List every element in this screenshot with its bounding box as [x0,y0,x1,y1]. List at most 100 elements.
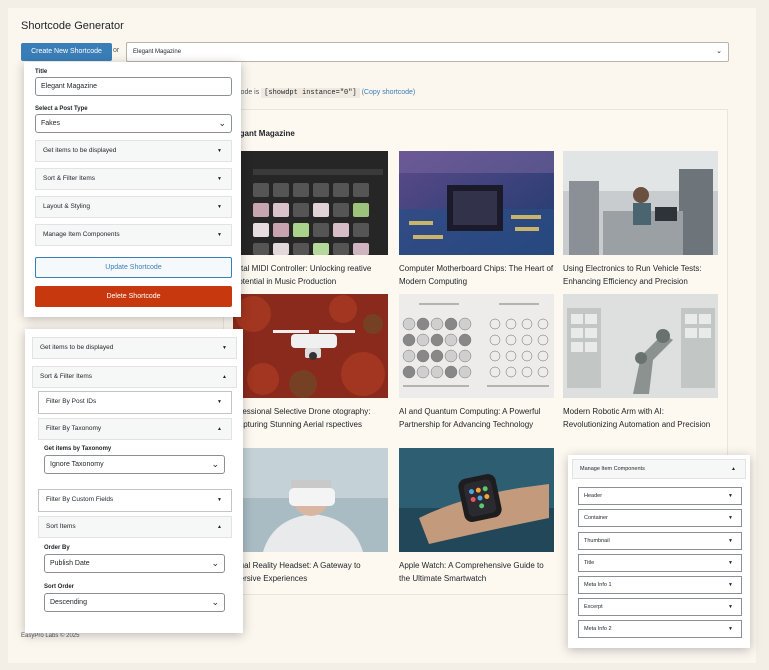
triangle-down-icon: ▼ [728,626,733,632]
shortcode-line: hortcode is [showdpt instance="0"] (Copy… [225,88,416,98]
section-label: Get items to be displayed [43,147,117,154]
thumbnail-motherboard[interactable] [399,151,554,255]
component-excerpt[interactable]: Excerpt ▼ [578,598,742,616]
filter-by-taxonomy[interactable]: Filter By Taxonomy ▲ [38,418,232,440]
filter-by-custom-fields[interactable]: Filter By Custom Fields ▼ [38,489,232,512]
triangle-down-icon: ▼ [728,582,733,588]
section-label: Sort & Filter Items [43,175,96,182]
triangle-down-icon: ▼ [728,604,733,610]
order-by-label: Order By [44,545,70,551]
sort-order-value: Descending [50,599,87,606]
section-label: Filter By Post IDs [46,398,97,405]
delete-shortcode-button[interactable]: Delete Shortcode [35,286,232,307]
footer: EasyPro Labs © 2025 [21,633,80,639]
triangle-up-icon: ▲ [217,426,222,432]
section-sort-filter[interactable]: Sort & Filter Items ▼ [35,168,232,190]
card-vr[interactable]: irtual Reality Headset: A Gateway to mer… [233,448,388,585]
card-vehicle-tests[interactable]: Using Electronics to Run Vehicle Tests: … [563,151,718,288]
section-label: Sort Items [46,523,76,530]
thumbnail-vr[interactable] [233,448,388,552]
triangle-down-icon: ▼ [217,399,222,405]
or-text: or [113,47,120,54]
filter-by-post-ids[interactable]: Filter By Post IDs ▼ [38,391,232,414]
thumbnail-robotic-arm[interactable] [563,294,718,398]
triangle-down-icon: ▼ [222,345,227,351]
post-type-value: Fakes [41,120,61,127]
triangle-down-icon: ▼ [728,515,733,521]
triangle-down-icon: ▼ [728,493,733,499]
thumbnail-midi[interactable] [233,151,388,255]
card-title[interactable]: Apple Watch: A Comprehensive Guide to th… [399,559,554,585]
components-panel: Manage Item Components ▲ Header ▼ Containe… [568,455,750,648]
chevron-down-icon: ⌄ [218,118,226,128]
section-label: Filter By Taxonomy [46,425,102,432]
chevron-down-icon: ⌄ [211,597,219,607]
thumbnail-apple-watch[interactable] [399,448,554,552]
triangle-up-icon: ▲ [222,374,227,380]
card-apple-watch[interactable]: Apple Watch: A Comprehensive Guide to th… [399,448,554,585]
card-quantum[interactable]: AI and Quantum Computing: A Powerful Par… [399,294,554,431]
chevron-down-icon: ⌄ [211,459,219,469]
section-get-items[interactable]: Get items to be displayed ▼ [35,140,232,162]
update-shortcode-button[interactable]: Update Shortcode [35,257,232,278]
section-sort-filter[interactable]: Sort & Filter Items ▲ [32,366,237,388]
component-label: Header [584,493,603,499]
component-meta-info-2[interactable]: Meta Info 2 ▼ [578,620,742,638]
instance-select[interactable]: Elegant Magazine ⌄ [126,42,729,62]
component-label: Title [584,560,595,566]
component-thumbnail[interactable]: Thumbnail ▼ [578,532,742,550]
manage-components-header[interactable]: Manage Item Components ▲ [572,459,746,479]
component-header[interactable]: Header ▼ [578,487,742,505]
triangle-down-icon: ▼ [217,148,222,154]
filter-panel: Get items to be displayed ▼ Sort & Filter… [25,329,243,633]
component-meta-info-1[interactable]: Meta Info 1 ▼ [578,576,742,594]
card-midi[interactable]: igital MIDI Controller: Unlocking reativ… [233,151,388,288]
component-title[interactable]: Title ▼ [578,554,742,572]
title-input[interactable]: Elegant Magazine [35,77,232,96]
card-title[interactable]: AI and Quantum Computing: A Powerful Par… [399,405,554,431]
card-motherboard[interactable]: Computer Motherboard Chips: The Heart of… [399,151,554,288]
component-label: Excerpt [584,604,603,610]
taxonomy-label: Get items by Taxonomy [44,446,112,452]
thumbnail-quantum[interactable] [399,294,554,398]
taxonomy-value: Ignore Taxonomy [50,461,104,468]
sort-order-select[interactable]: Descending ⌄ [44,593,225,612]
post-type-select[interactable]: Fakes ⌄ [35,114,232,133]
triangle-down-icon: ▼ [217,497,222,503]
sort-items[interactable]: Sort Items ▲ [38,516,232,538]
order-by-select[interactable]: Publish Date ⌄ [44,554,225,573]
card-title[interactable]: Computer Motherboard Chips: The Heart of… [399,262,554,288]
component-label: Thumbnail [584,538,610,544]
card-robotic-arm[interactable]: Modern Robotic Arm with AI: Revolutioniz… [563,294,718,431]
card-title[interactable]: igital MIDI Controller: Unlocking reativ… [233,262,388,288]
section-label: Manage Item Components [43,231,120,238]
card-title[interactable]: Modern Robotic Arm with AI: Revolutioniz… [563,405,718,431]
create-shortcode-button[interactable]: Create New Shortcode [21,43,112,61]
component-container[interactable]: Container ▼ [578,509,742,527]
preview-title: legant Magazine [233,129,295,138]
copy-shortcode-link[interactable]: (Copy shortcode) [362,89,416,96]
section-label: Layout & Styling [43,203,90,210]
card-title[interactable]: irtual Reality Headset: A Gateway to mer… [233,559,388,585]
section-manage-components[interactable]: Manage Item Components ▼ [35,224,232,246]
shortcode-code: [showdpt instance="0"] [261,88,360,98]
component-label: Meta Info 1 [584,582,612,588]
triangle-down-icon: ▼ [217,176,222,182]
title-label: Title [35,69,48,75]
card-title[interactable]: rofessional Selective Drone otography: C… [233,405,388,431]
component-label: Meta Info 2 [584,626,612,632]
taxonomy-select[interactable]: Ignore Taxonomy ⌄ [44,455,225,474]
sort-order-label: Sort Order [44,584,75,590]
chevron-down-icon: ⌄ [716,48,722,55]
card-drone[interactable]: rofessional Selective Drone otography: C… [233,294,388,431]
card-title[interactable]: Using Electronics to Run Vehicle Tests: … [563,262,718,288]
thumbnail-drone[interactable] [233,294,388,398]
section-label: Manage Item Components [580,466,645,472]
triangle-down-icon: ▼ [217,204,222,210]
thumbnail-vehicle-tests[interactable] [563,151,718,255]
section-layout-styling[interactable]: Layout & Styling ▼ [35,196,232,218]
triangle-down-icon: ▼ [728,560,733,566]
triangle-up-icon: ▲ [217,524,222,530]
section-get-items[interactable]: Get items to be displayed ▼ [32,337,237,359]
order-by-value: Publish Date [50,560,90,567]
